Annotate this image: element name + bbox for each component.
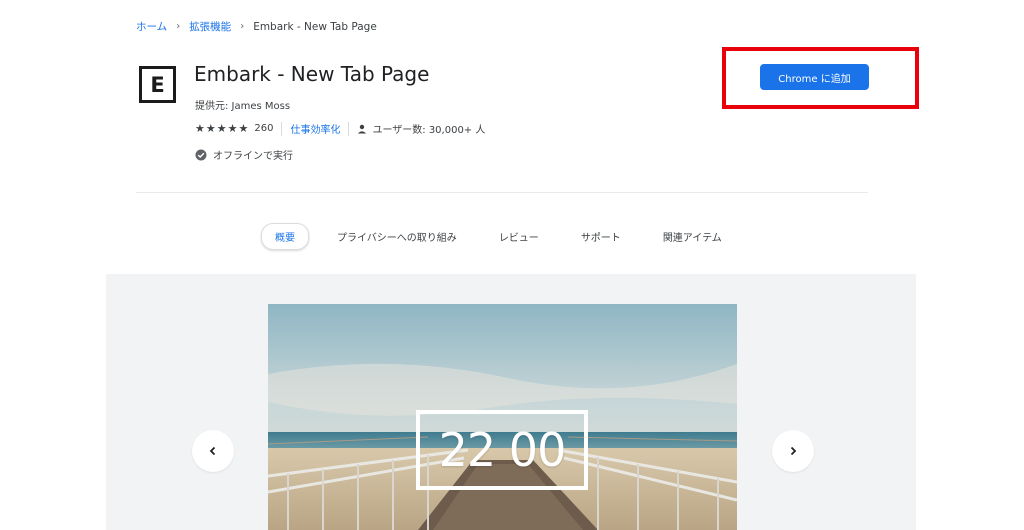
- star-icon: ★: [205, 122, 216, 135]
- extension-title: Embark - New Tab Page: [194, 62, 430, 86]
- extension-provider: 提供元: James Moss: [195, 101, 291, 112]
- star-icon: ★: [216, 122, 227, 135]
- user-icon: [357, 124, 367, 134]
- meta-divider: [281, 121, 283, 136]
- extension-logo: E: [139, 66, 176, 103]
- star-icon: ★: [195, 122, 205, 135]
- breadcrumb-extensions-link[interactable]: 拡張機能: [189, 19, 231, 34]
- clock-frame: 22 00: [416, 410, 588, 490]
- offline-label: オフラインで実行: [213, 151, 293, 162]
- breadcrumb: ホーム › 拡張機能 › Embark - New Tab Page: [136, 19, 377, 34]
- tab-overview[interactable]: 概要: [261, 223, 309, 250]
- rating-count[interactable]: 260: [254, 123, 273, 134]
- tab-support[interactable]: サポート: [581, 229, 621, 244]
- detail-tabs: 概要 プライバシーへの取り組み レビュー サポート 関連アイテム: [261, 223, 722, 250]
- category-link[interactable]: 仕事効率化: [290, 121, 340, 136]
- breadcrumb-separator: ›: [240, 21, 245, 32]
- user-count: ユーザー数: 30,000+ 人: [372, 125, 486, 136]
- header-divider: [136, 192, 868, 193]
- carousel-slide: 22 00: [268, 304, 737, 530]
- tab-privacy[interactable]: プライバシーへの取り組み: [337, 229, 457, 244]
- breadcrumb-current: Embark - New Tab Page: [253, 20, 377, 33]
- star-icon: ★: [227, 122, 238, 135]
- rating-stars[interactable]: ★ ★ ★ ★ ★: [195, 122, 248, 135]
- breadcrumb-home-link[interactable]: ホーム: [136, 19, 167, 34]
- chevron-right-icon: [787, 442, 799, 461]
- chevron-left-icon: [207, 442, 219, 461]
- tab-related[interactable]: 関連アイテム: [663, 229, 722, 244]
- breadcrumb-separator: ›: [176, 21, 181, 32]
- meta-divider: [348, 121, 350, 136]
- check-circle-icon: [195, 149, 207, 161]
- star-half-icon: ★: [238, 122, 249, 135]
- carousel-prev-button[interactable]: [192, 430, 234, 472]
- carousel-next-button[interactable]: [772, 430, 814, 472]
- extension-page: ホーム › 拡張機能 › Embark - New Tab Page E Emb…: [0, 0, 1024, 530]
- extension-meta: ★ ★ ★ ★ ★ 260 仕事効率化 ユーザー数: 30,000+ 人: [195, 121, 485, 136]
- offline-indicator: オフラインで実行: [195, 147, 293, 162]
- tab-reviews[interactable]: レビュー: [499, 229, 539, 244]
- screenshot-carousel: 22 00: [106, 274, 916, 530]
- clock-time: 22 00: [438, 423, 567, 477]
- add-to-chrome-button[interactable]: Chrome に追加: [760, 64, 869, 90]
- extension-logo-letter: E: [150, 72, 165, 97]
